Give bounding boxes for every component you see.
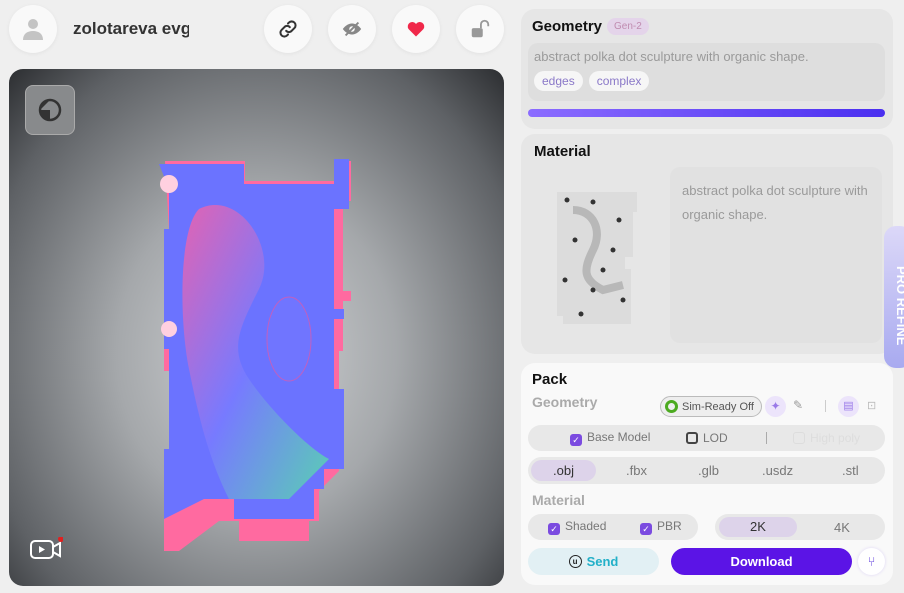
geometry-title: Geometry (532, 18, 603, 35)
heart-icon (407, 21, 425, 37)
link-icon (279, 20, 297, 38)
material-preview (557, 192, 637, 324)
format-fbx[interactable]: .fbx (626, 463, 647, 478)
send-label: Send (586, 554, 619, 569)
settings-icon[interactable]: ⊡ (867, 399, 876, 412)
geometry-prompt: abstract polka dot sculpture with organi… (534, 49, 809, 64)
divider (825, 400, 826, 412)
geometry-progress-bar (528, 109, 885, 117)
tag-edges[interactable]: edges (534, 71, 583, 91)
gen-badge: Gen-2 (607, 18, 649, 35)
format-obj[interactable]: .obj (531, 460, 596, 481)
user-icon (23, 19, 43, 40)
unreal-icon: u (568, 555, 582, 568)
material-options: ✓ Shaded ✓ PBR (528, 514, 698, 540)
fork-icon[interactable]: ⑂ (858, 548, 885, 575)
sim-ready-label: Sim-Ready Off (682, 400, 754, 413)
format-stl[interactable]: .stl (842, 463, 859, 478)
avatar[interactable] (9, 5, 57, 53)
pack-geometry-label: Geometry (532, 394, 598, 410)
geometry-prompt-box[interactable]: abstract polka dot sculpture with organi… (528, 43, 885, 101)
shaded-checkbox[interactable]: ✓ Shaded (548, 519, 606, 535)
format-glb[interactable]: .glb (698, 463, 719, 478)
pack-title: Pack (532, 371, 568, 388)
visibility-button[interactable] (328, 5, 376, 53)
resolution-selector: 2K 4K (715, 514, 885, 540)
pack-material-label: Material (532, 492, 585, 508)
sim-ready-toggle[interactable]: Sim-Ready Off (660, 396, 762, 417)
favorite-button[interactable] (392, 5, 440, 53)
record-video-icon[interactable] (29, 537, 63, 561)
material-card: Material abstract polka dot sculpture wi… (521, 134, 893, 354)
download-button[interactable]: Download (671, 548, 852, 575)
pencil-icon[interactable]: ✎ (793, 398, 803, 412)
3d-model (159, 159, 351, 551)
lock-button[interactable] (456, 5, 504, 53)
texture-icon[interactable]: ▤ (838, 396, 859, 417)
format-usdz[interactable]: .usdz (762, 463, 793, 478)
resolution-4k[interactable]: 4K (834, 520, 850, 535)
lod-checkbox[interactable]: LOD (686, 431, 728, 445)
divider (766, 432, 767, 444)
send-button[interactable]: u Send (528, 548, 659, 575)
unlock-icon (471, 19, 490, 38)
pbr-checkbox[interactable]: ✓ PBR (640, 519, 682, 535)
username: zolotareva evge (73, 19, 189, 38)
base-model-checkbox[interactable]: ✓ Base Model (570, 430, 650, 446)
toggle-indicator (665, 400, 678, 413)
model-viewer[interactable] (9, 69, 504, 586)
eye-off-icon (342, 21, 362, 37)
format-selector: .obj .fbx .glb .usdz .stl (528, 457, 885, 484)
resolution-2k[interactable]: 2K (719, 517, 797, 537)
pro-refine-tab[interactable]: PRO REFINE (884, 226, 904, 368)
model-options: ✓ Base Model LOD High poly (528, 425, 885, 451)
geometry-card: Geometry Gen-2 abstract polka dot sculpt… (521, 9, 893, 129)
sparkle-icon[interactable]: ✦ (765, 396, 786, 417)
high-poly-checkbox[interactable]: High poly (793, 431, 860, 445)
link-button[interactable] (264, 5, 312, 53)
pack-card: Pack Geometry Sim-Ready Off ✦ ✎ ▤ ⊡ ✓ Bas… (521, 363, 893, 585)
tag-complex[interactable]: complex (588, 71, 650, 91)
material-title: Material (534, 143, 591, 160)
pro-refine-label: PRO REFINE (894, 266, 904, 346)
material-prompt[interactable]: abstract polka dot sculpture with organi… (670, 167, 882, 343)
